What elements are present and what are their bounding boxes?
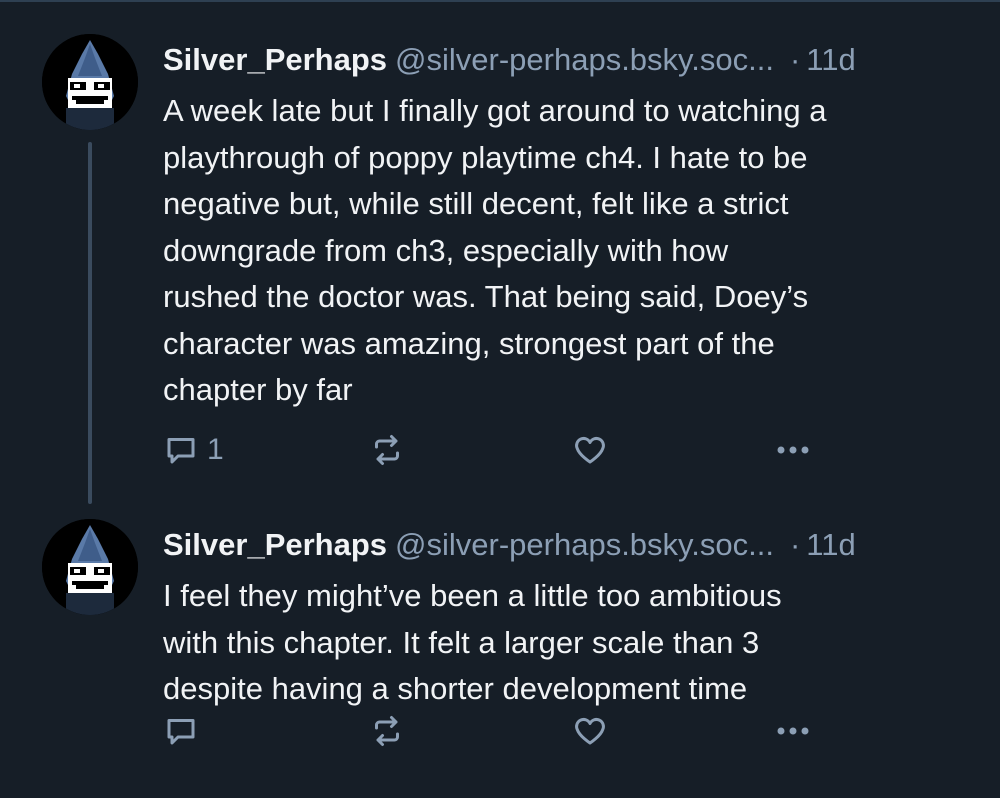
like-icon [575,717,605,745]
reply-count: 1 [207,433,224,466]
display-name[interactable]: Silver_Perhaps [163,42,387,77]
more-icon [777,727,809,735]
timestamp[interactable]: 11d [806,42,855,77]
reply-icon [167,438,195,464]
post-actions [163,711,983,751]
post-actions: 1 [163,430,983,470]
thread-line [88,142,92,504]
post-header: Silver_Perhaps @silver-perhaps.bsky.soc..… [163,525,856,565]
pixel-character-avatar-icon [42,519,138,615]
more-icon [777,446,809,454]
post[interactable]: Silver_Perhaps @silver-perhaps.bsky.soc..… [0,515,1000,798]
handle[interactable]: @silver-perhaps.bsky.soc... [395,42,774,77]
avatar[interactable] [42,34,138,130]
avatar[interactable] [42,519,138,615]
separator: · [789,527,801,562]
more-button[interactable] [773,711,813,751]
repost-icon [375,716,399,746]
display-name[interactable]: Silver_Perhaps [163,527,387,562]
repost-icon [375,435,399,465]
post-text: I feel they might’ve been a little too a… [163,578,782,706]
post-header: Silver_Perhaps @silver-perhaps.bsky.soc..… [163,40,856,80]
reply-button[interactable] [163,711,199,751]
handle[interactable]: @silver-perhaps.bsky.soc... [395,527,774,562]
pixel-character-avatar-icon [42,34,138,130]
reply-button[interactable]: 1 [163,430,224,470]
separator: · [789,42,801,77]
repost-button[interactable] [369,711,405,751]
reply-icon [167,719,195,745]
like-icon [575,436,605,464]
more-button[interactable] [773,430,813,470]
post-text: A week late but I finally got around to … [163,93,827,407]
repost-button[interactable] [369,430,405,470]
like-button[interactable] [571,430,609,470]
timestamp[interactable]: 11d [806,527,855,562]
like-button[interactable] [571,711,609,751]
post[interactable]: Silver_Perhaps @silver-perhaps.bsky.soc..… [0,30,1000,504]
top-divider [0,0,1000,2]
